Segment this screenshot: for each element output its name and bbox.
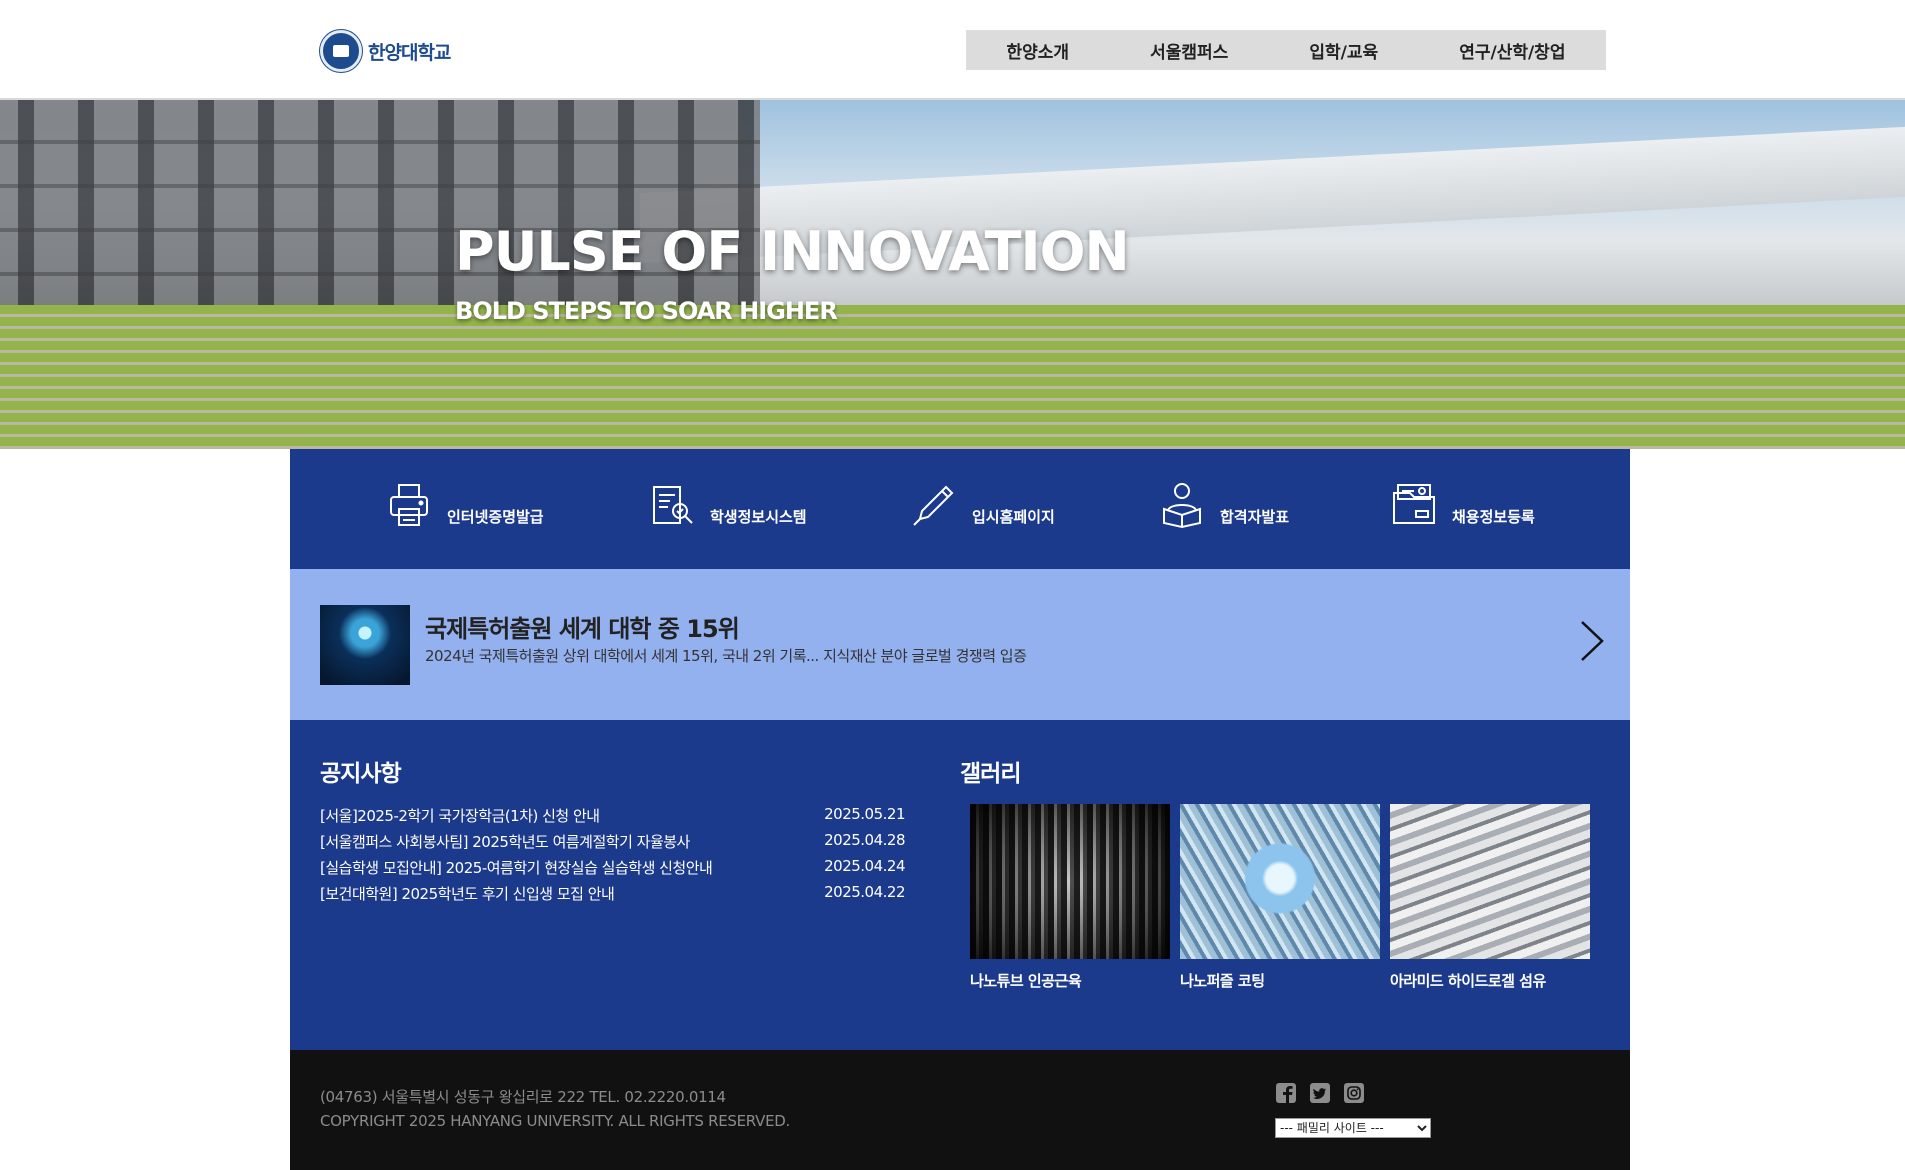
footer-address: (04763) 서울특별시 성동구 왕십리로 222 TEL. 02.2220.… bbox=[320, 1088, 726, 1106]
main-nav: 한양소개 서울캠퍼스 입학/교육 연구/산학/창업 bbox=[966, 30, 1606, 70]
news-title: 국제특허출원 세계 대학 중 15위 bbox=[425, 615, 740, 643]
quick-link-label: 학생정보시스템 bbox=[710, 508, 807, 526]
social-links bbox=[1275, 1082, 1365, 1104]
facebook-icon[interactable] bbox=[1275, 1082, 1297, 1104]
logo-text: 한양대학교 bbox=[368, 41, 451, 64]
notice-date: 2025.04.28 bbox=[824, 831, 905, 849]
document-search-icon bbox=[653, 486, 693, 524]
printer-icon bbox=[390, 484, 428, 526]
gallery-item[interactable]: 나노퍼즐 코팅 bbox=[1180, 804, 1380, 991]
hero-title: PULSE OF INNOVATION bbox=[455, 220, 1130, 283]
gallery-grid: 나노튜브 인공근육 나노퍼즐 코팅 아라미드 하이드로겔 섬유 bbox=[970, 804, 1590, 991]
family-site-select[interactable]: --- 패밀리 사이트 --- bbox=[1275, 1118, 1431, 1138]
gallery-caption: 아라미드 하이드로겔 섬유 bbox=[1390, 972, 1546, 990]
gallery-item[interactable]: 나노튜브 인공근육 bbox=[970, 804, 1170, 991]
quick-link-recruit[interactable]: 채용정보등록 bbox=[1390, 481, 1535, 529]
quick-link-label: 인터넷증명발급 bbox=[447, 508, 544, 526]
news-description: 2024년 국제특허출원 상위 대학에서 세계 15위, 국내 2위 기록...… bbox=[425, 647, 1027, 665]
university-logo[interactable]: 한양대학교 bbox=[320, 30, 451, 72]
gallery-image bbox=[1180, 804, 1380, 959]
quick-link-label: 채용정보등록 bbox=[1452, 508, 1535, 526]
notice-item[interactable]: [실습학생 모집안내] 2025-여름학기 현장실습 실습학생 신청안내 202… bbox=[320, 857, 905, 883]
hero-subtitle: BOLD STEPS TO SOAR HIGHER bbox=[455, 297, 838, 325]
notices-title: 공지사항 bbox=[320, 761, 402, 787]
gallery-caption: 나노퍼즐 코팅 bbox=[1180, 972, 1265, 990]
quick-link-label: 입시홈페이지 bbox=[972, 508, 1055, 526]
hero-photo-old-building bbox=[0, 100, 760, 325]
notice-date: 2025.05.21 bbox=[824, 805, 905, 823]
site-footer: (04763) 서울특별시 성동구 왕십리로 222 TEL. 02.2220.… bbox=[290, 1050, 1630, 1170]
pen-icon bbox=[913, 485, 954, 526]
reader-icon bbox=[1163, 483, 1201, 529]
gallery-image bbox=[970, 804, 1170, 959]
twitter-icon[interactable] bbox=[1309, 1082, 1331, 1104]
gallery-item[interactable]: 아라미드 하이드로겔 섬유 bbox=[1390, 804, 1590, 991]
gallery-caption: 나노튜브 인공근육 bbox=[970, 972, 1082, 990]
nav-item-seoul-campus[interactable]: 서울캠퍼스 bbox=[1150, 38, 1228, 63]
quick-link-certificate[interactable]: 인터넷증명발급 bbox=[385, 481, 544, 529]
instagram-icon[interactable] bbox=[1343, 1082, 1365, 1104]
nav-item-research[interactable]: 연구/산학/창업 bbox=[1459, 38, 1565, 63]
quick-links: 인터넷증명발급 학생정보시스템 입시홈페이지 합격자발표 채용정보등록 bbox=[290, 449, 1630, 569]
folder-person-icon bbox=[1393, 484, 1435, 524]
news-thumbnail bbox=[320, 605, 410, 685]
hero-photo-stairs bbox=[0, 305, 1905, 449]
gallery-image bbox=[1390, 804, 1590, 959]
nav-item-about[interactable]: 한양소개 bbox=[1007, 38, 1070, 63]
notice-item[interactable]: [서울]2025-2학기 국가장학금(1차) 신청 안내 2025.05.21 bbox=[320, 805, 905, 831]
content-section: 공지사항 [서울]2025-2학기 국가장학금(1차) 신청 안내 2025.0… bbox=[290, 720, 1630, 1050]
notice-text: [서울캠퍼스 사회봉사팀] 2025학년도 여름계절학기 자율봉사 bbox=[320, 833, 690, 851]
notice-text: [서울]2025-2학기 국가장학금(1차) 신청 안내 bbox=[320, 807, 600, 825]
notice-item[interactable]: [보건대학원] 2025학년도 후기 신입생 모집 안내 2025.04.22 bbox=[320, 883, 905, 909]
news-highlight[interactable]: 국제특허출원 세계 대학 중 15위 2024년 국제특허출원 상위 대학에서 … bbox=[290, 569, 1630, 720]
quick-link-label: 합격자발표 bbox=[1220, 508, 1290, 526]
nav-item-admission[interactable]: 입학/교육 bbox=[1309, 38, 1378, 63]
gallery-title: 갤러리 bbox=[960, 761, 1021, 787]
quick-link-results[interactable]: 합격자발표 bbox=[1158, 481, 1289, 529]
hero-banner: PULSE OF INNOVATION BOLD STEPS TO SOAR H… bbox=[0, 100, 1905, 449]
notice-date: 2025.04.24 bbox=[824, 857, 905, 875]
notice-list: [서울]2025-2학기 국가장학금(1차) 신청 안내 2025.05.21 … bbox=[320, 805, 905, 909]
notice-text: [실습학생 모집안내] 2025-여름학기 현장실습 실습학생 신청안내 bbox=[320, 859, 713, 877]
seal-icon bbox=[320, 30, 362, 72]
footer-copyright: COPYRIGHT 2025 HANYANG UNIVERSITY. ALL R… bbox=[320, 1112, 790, 1130]
quick-link-student-info[interactable]: 학생정보시스템 bbox=[648, 481, 807, 529]
chevron-right-icon[interactable] bbox=[1576, 619, 1606, 663]
quick-link-admission-site[interactable]: 입시홈페이지 bbox=[910, 481, 1055, 529]
notice-text: [보건대학원] 2025학년도 후기 신입생 모집 안내 bbox=[320, 885, 615, 903]
notice-item[interactable]: [서울캠퍼스 사회봉사팀] 2025학년도 여름계절학기 자율봉사 2025.0… bbox=[320, 831, 905, 857]
site-header: 한양대학교 한양소개 서울캠퍼스 입학/교육 연구/산학/창업 bbox=[0, 0, 1905, 100]
notice-date: 2025.04.22 bbox=[824, 883, 905, 901]
